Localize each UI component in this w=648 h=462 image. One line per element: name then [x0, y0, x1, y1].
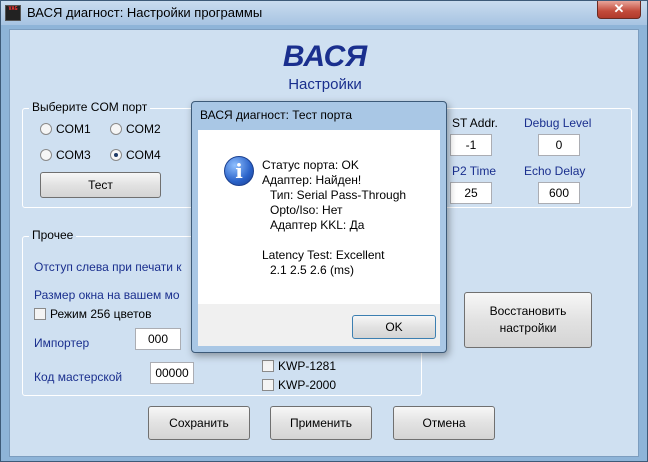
radio-com3-label: COM3 — [56, 148, 91, 162]
apply-button[interactable]: Применить — [270, 406, 372, 440]
p2-time-label: P2 Time — [452, 164, 497, 178]
dialog-line-kkl: Адаптер KKL: Да — [270, 218, 365, 232]
dialog-line-latency-values: 2.1 2.5 2.6 (ms) — [270, 263, 355, 277]
radio-com2[interactable]: COM2 — [110, 122, 161, 136]
radio-com2-indicator[interactable] — [110, 123, 122, 135]
page-subtitle: Настройки — [288, 76, 362, 93]
radio-com1-label: COM1 — [56, 122, 91, 136]
main-window: VAG ВАСЯ диагност: Настройки программы ✕… — [0, 0, 648, 462]
brand-title: ВАСЯ — [282, 40, 368, 73]
ok-button[interactable]: OK — [352, 315, 436, 339]
radio-com4-label: COM4 — [126, 148, 161, 162]
dialog-body: i Статус порта: OK Адаптер: Найден! Тип:… — [198, 130, 440, 304]
radio-com3[interactable]: COM3 — [40, 148, 91, 162]
window-size-label: Размер окна на вашем мо — [34, 288, 180, 302]
p2-time-field[interactable]: 25 — [450, 182, 492, 204]
title-bar[interactable]: VAG ВАСЯ диагност: Настройки программы ✕ — [1, 1, 647, 25]
radio-com4[interactable]: COM4 — [110, 148, 161, 162]
echo-delay-field[interactable]: 600 — [538, 182, 580, 204]
radio-com3-indicator[interactable] — [40, 149, 52, 161]
app-icon-text: VAG — [8, 6, 18, 12]
save-button[interactable]: Сохранить — [148, 406, 250, 440]
mode256-checkbox-label: Режим 256 цветов — [50, 307, 152, 321]
other-group-label: Прочее — [29, 228, 77, 242]
radio-com1[interactable]: COM1 — [40, 122, 91, 136]
com-port-group-label: Выберите COM порт — [29, 100, 151, 114]
debug-level-label: Debug Level — [524, 116, 592, 130]
close-button[interactable]: ✕ — [597, 1, 641, 19]
importer-label: Импортер — [34, 336, 90, 350]
test-button[interactable]: Тест — [40, 172, 161, 198]
radio-com2-label: COM2 — [126, 122, 161, 136]
kwp2000-checkbox-label: KWP-2000 — [278, 378, 337, 392]
st-addr-field[interactable]: -1 — [450, 134, 492, 156]
kwp1281-checkbox-label: KWP-1281 — [278, 359, 337, 373]
port-test-dialog: ВАСЯ диагност: Тест порта i Статус порта… — [191, 101, 447, 353]
window-title: ВАСЯ диагност: Настройки программы — [27, 5, 263, 20]
dialog-line-adapter: Адаптер: Найден! — [262, 173, 362, 187]
workshop-code-label: Код мастерской — [34, 370, 123, 384]
app-icon[interactable]: VAG — [5, 5, 21, 21]
dialog-footer: OK — [198, 304, 440, 346]
radio-com1-indicator[interactable] — [40, 123, 52, 135]
kwp2000-checkbox-box[interactable] — [262, 379, 274, 391]
dialog-line-latency: Latency Test: Excellent — [262, 248, 385, 262]
debug-level-field[interactable]: 0 — [538, 134, 580, 156]
dialog-line-type: Тип: Serial Pass-Through — [270, 188, 407, 202]
restore-settings-button[interactable]: Восстановить настройки — [464, 292, 592, 348]
echo-delay-label: Echo Delay — [524, 164, 586, 178]
st-addr-label: ST Addr. — [452, 116, 498, 130]
kwp1281-checkbox-box[interactable] — [262, 360, 274, 372]
dialog-line-opto: Opto/Iso: Нет — [270, 203, 343, 217]
kwp2000-checkbox[interactable]: KWP-2000 — [262, 378, 336, 392]
cancel-button[interactable]: Отмена — [393, 406, 495, 440]
mode256-checkbox-box[interactable] — [34, 308, 46, 320]
close-icon: ✕ — [613, 1, 625, 16]
radio-com4-indicator[interactable] — [110, 149, 122, 161]
print-offset-label: Отступ слева при печати к — [34, 260, 182, 274]
info-icon: i — [224, 156, 254, 186]
mode256-checkbox[interactable]: Режим 256 цветов — [34, 307, 151, 321]
importer-field[interactable]: 000 — [135, 328, 181, 350]
kwp1281-checkbox[interactable]: KWP-1281 — [262, 359, 336, 373]
dialog-line-port-status: Статус порта: OK — [262, 158, 359, 172]
dialog-title: ВАСЯ диагност: Тест порта — [200, 108, 353, 122]
workshop-code-field[interactable]: 00000 — [150, 362, 194, 384]
